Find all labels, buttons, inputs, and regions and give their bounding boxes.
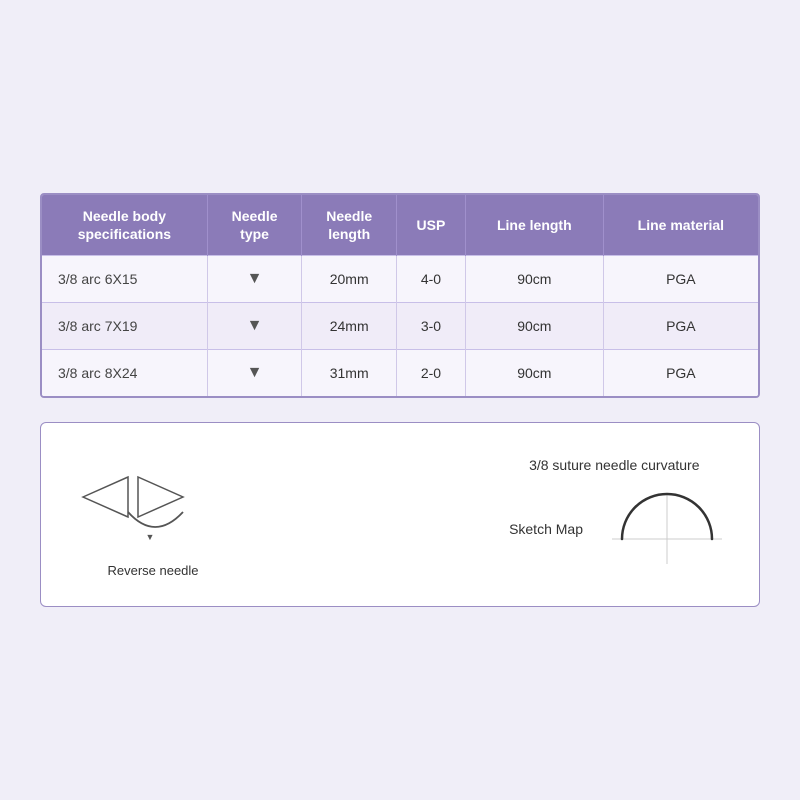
cell-line-length: 90cm (465, 303, 603, 350)
cell-length: 31mm (302, 350, 397, 397)
needle-svg: ▼ (73, 447, 233, 547)
col-header-length: Needlelength (302, 195, 397, 256)
sketch-row: Sketch Map (509, 489, 727, 569)
curvature-title: 3/8 suture needle curvature (529, 457, 699, 473)
cell-specs: 3/8 arc 7X19 (42, 303, 207, 350)
needle-illustration: ▼ (73, 447, 233, 547)
cell-type: ▼ (207, 303, 302, 350)
main-container: Needle bodyspecifications Needletype Nee… (40, 193, 760, 607)
table-header-row: Needle bodyspecifications Needletype Nee… (42, 195, 758, 256)
table-row: 3/8 arc 8X24 ▼ 31mm 2-0 90cm PGA (42, 350, 758, 397)
cell-length: 20mm (302, 256, 397, 303)
cell-specs: 3/8 arc 6X15 (42, 256, 207, 303)
cell-usp: 3-0 (397, 303, 466, 350)
cell-material: PGA (603, 256, 758, 303)
cell-length: 24mm (302, 303, 397, 350)
diagram-left: ▼ Reverse needle (73, 447, 233, 578)
cell-specs: 3/8 arc 8X24 (42, 350, 207, 397)
table-wrapper: Needle bodyspecifications Needletype Nee… (40, 193, 760, 398)
arc-diagram-svg (607, 489, 727, 569)
col-header-material: Line material (603, 195, 758, 256)
cell-line-length: 90cm (465, 350, 603, 397)
cell-usp: 2-0 (397, 350, 466, 397)
cell-usp: 4-0 (397, 256, 466, 303)
col-header-usp: USP (397, 195, 466, 256)
sketch-label: Sketch Map (509, 521, 583, 537)
col-header-type: Needletype (207, 195, 302, 256)
table-row: 3/8 arc 7X19 ▼ 24mm 3-0 90cm PGA (42, 303, 758, 350)
cell-line-length: 90cm (465, 256, 603, 303)
cell-type: ▼ (207, 350, 302, 397)
cell-material: PGA (603, 303, 758, 350)
svg-text:▼: ▼ (146, 532, 155, 542)
col-header-specs: Needle bodyspecifications (42, 195, 207, 256)
cell-material: PGA (603, 350, 758, 397)
table-row: 3/8 arc 6X15 ▼ 20mm 4-0 90cm PGA (42, 256, 758, 303)
diagram-right: 3/8 suture needle curvature Sketch Map (509, 457, 727, 569)
cell-type: ▼ (207, 256, 302, 303)
diagram-box: ▼ Reverse needle 3/8 suture needle curva… (40, 422, 760, 607)
col-header-line-length: Line length (465, 195, 603, 256)
reverse-needle-label: Reverse needle (107, 563, 198, 578)
specifications-table: Needle bodyspecifications Needletype Nee… (42, 195, 758, 396)
